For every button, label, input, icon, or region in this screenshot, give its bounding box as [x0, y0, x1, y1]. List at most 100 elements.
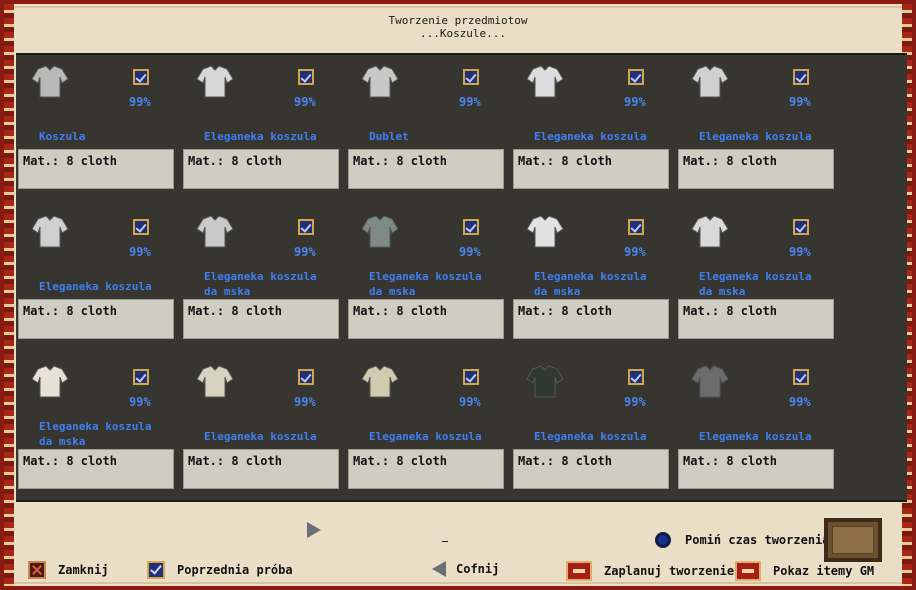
select-checkbox[interactable]: [793, 369, 809, 385]
item-name[interactable]: Eleganeka koszula: [39, 279, 169, 294]
success-chance: 99%: [129, 395, 151, 409]
success-chance: 99%: [129, 245, 151, 259]
select-checkbox[interactable]: [298, 219, 314, 235]
success-chance: 99%: [624, 245, 646, 259]
close-icon[interactable]: [28, 561, 46, 579]
shirt-icon[interactable]: [690, 363, 730, 401]
success-chance: 99%: [294, 245, 316, 259]
success-chance: 99%: [459, 95, 481, 109]
shirt-icon[interactable]: [30, 363, 70, 401]
shirt-icon[interactable]: [525, 63, 565, 101]
select-checkbox[interactable]: [298, 69, 314, 85]
craft-item-cell[interactable]: 99% Eleganeka koszula da mska Mat.: 8 clot…: [181, 205, 341, 340]
schedule-crafting-button[interactable]: Zaplanuj tworzenie: [566, 561, 734, 581]
shirt-icon[interactable]: [360, 213, 400, 251]
select-checkbox[interactable]: [133, 69, 149, 85]
item-name[interactable]: Koszula: [39, 129, 169, 144]
material-requirement: Mat.: 8 cloth: [18, 449, 174, 489]
skip-time-label: Pomiń czas tworzenia: [685, 533, 830, 547]
item-name[interactable]: Eleganeka koszula: [699, 429, 829, 444]
previous-attempt-button[interactable]: Poprzednia próba: [147, 561, 293, 579]
shirt-icon[interactable]: [360, 63, 400, 101]
select-checkbox[interactable]: [298, 369, 314, 385]
shirt-icon[interactable]: [30, 213, 70, 251]
material-requirement: Mat.: 8 cloth: [18, 149, 174, 189]
select-checkbox[interactable]: [463, 369, 479, 385]
radio-icon[interactable]: [655, 532, 671, 548]
select-checkbox[interactable]: [133, 369, 149, 385]
item-name[interactable]: Eleganeka koszula: [369, 429, 499, 444]
item-name[interactable]: Eleganeka koszula: [204, 129, 334, 144]
next-page-icon[interactable]: [307, 522, 321, 538]
craft-item-cell[interactable]: 99% Eleganeka koszula Mat.: 8 cloth: [181, 355, 341, 490]
item-name[interactable]: Dublet: [369, 129, 499, 144]
item-name[interactable]: Eleganeka koszula: [534, 129, 664, 144]
success-chance: 99%: [459, 245, 481, 259]
shirt-icon[interactable]: [30, 63, 70, 101]
shirt-icon[interactable]: [525, 363, 565, 401]
shirt-icon[interactable]: [360, 363, 400, 401]
shirt-icon[interactable]: [195, 213, 235, 251]
shirt-icon[interactable]: [690, 63, 730, 101]
material-requirement: Mat.: 8 cloth: [678, 149, 834, 189]
material-requirement: Mat.: 8 cloth: [18, 299, 174, 339]
success-chance: 99%: [789, 395, 811, 409]
gm-items-icon[interactable]: [735, 561, 761, 581]
material-requirement: Mat.: 8 cloth: [513, 449, 669, 489]
skip-time-toggle[interactable]: Pomiń czas tworzenia: [655, 532, 830, 548]
craft-item-cell[interactable]: 99% Koszula Mat.: 8 cloth: [16, 55, 176, 190]
craft-item-cell[interactable]: 99% Eleganeka koszula Mat.: 8 cloth: [16, 205, 176, 340]
item-name[interactable]: Eleganeka koszula da mska: [204, 269, 334, 299]
craft-item-cell[interactable]: 99% Eleganeka koszula da mska Mat.: 8 clot…: [346, 205, 506, 340]
checkbox-icon[interactable]: [147, 561, 165, 579]
craft-item-cell[interactable]: 99% Dublet Mat.: 8 cloth: [346, 55, 506, 190]
item-name[interactable]: Eleganeka koszula: [699, 129, 829, 144]
item-name[interactable]: Eleganeka koszula da mska: [369, 269, 499, 299]
show-gm-label: Pokaz itemy GM: [773, 564, 875, 578]
item-grid: 99% Koszula Mat.: 8 cloth 99% Eleganeka kosz…: [16, 53, 907, 502]
shirt-icon[interactable]: [690, 213, 730, 251]
craft-item-cell[interactable]: 99% Eleganeka koszula Mat.: 8 cloth: [181, 55, 341, 190]
craft-item-cell[interactable]: 99% Eleganeka koszula da mska Mat.: 8 clot…: [676, 205, 836, 340]
craft-item-cell[interactable]: 99% Eleganeka koszula Mat.: 8 cloth: [346, 355, 506, 490]
item-name[interactable]: Eleganeka koszula da mska: [534, 269, 664, 299]
craft-item-cell[interactable]: 99% Eleganeka koszula Mat.: 8 cloth: [676, 355, 836, 490]
craft-item-cell[interactable]: 99% Eleganeka koszula Mat.: 8 cloth: [511, 355, 671, 490]
shirt-icon[interactable]: [525, 213, 565, 251]
schedule-icon[interactable]: [566, 561, 592, 581]
select-checkbox[interactable]: [628, 219, 644, 235]
item-name[interactable]: Eleganeka koszula da mska: [699, 269, 829, 299]
previous-label: Poprzednia próba: [177, 563, 293, 577]
item-name[interactable]: Eleganeka koszula: [534, 429, 664, 444]
back-arrow-icon[interactable]: [432, 561, 446, 577]
select-checkbox[interactable]: [793, 69, 809, 85]
success-chance: 99%: [294, 95, 316, 109]
material-requirement: Mat.: 8 cloth: [183, 149, 339, 189]
shirt-icon[interactable]: [195, 363, 235, 401]
success-chance: 99%: [789, 95, 811, 109]
item-name[interactable]: Eleganeka koszula: [204, 429, 334, 444]
select-checkbox[interactable]: [628, 69, 644, 85]
crafting-window: Tworzenie przedmiotow ...Koszule... 99% K…: [0, 0, 916, 590]
shirt-icon[interactable]: [195, 63, 235, 101]
window-header: Tworzenie przedmiotow ...Koszule...: [18, 8, 898, 54]
material-requirement: Mat.: 8 cloth: [678, 299, 834, 339]
close-button[interactable]: Zamknij: [28, 561, 109, 579]
success-chance: 99%: [129, 95, 151, 109]
show-gm-items-button[interactable]: Pokaz itemy GM: [735, 561, 874, 581]
craft-item-cell[interactable]: 99% Eleganeka koszula Mat.: 8 cloth: [676, 55, 836, 190]
item-preview-frame: [824, 518, 882, 562]
craft-item-cell[interactable]: 99% Eleganeka koszula da mska Mat.: 8 clot…: [511, 205, 671, 340]
back-button[interactable]: Cofnij: [432, 561, 499, 577]
select-checkbox[interactable]: [463, 69, 479, 85]
craft-item-cell[interactable]: 99% Eleganeka koszula da mska Mat.: 8 clot…: [16, 355, 176, 490]
material-requirement: Mat.: 8 cloth: [183, 449, 339, 489]
select-checkbox[interactable]: [628, 369, 644, 385]
select-checkbox[interactable]: [793, 219, 809, 235]
craft-item-cell[interactable]: 99% Eleganeka koszula Mat.: 8 cloth: [511, 55, 671, 190]
item-name[interactable]: Eleganeka koszula da mska: [39, 419, 169, 449]
select-checkbox[interactable]: [463, 219, 479, 235]
select-checkbox[interactable]: [133, 219, 149, 235]
back-label: Cofnij: [456, 562, 500, 576]
material-requirement: Mat.: 8 cloth: [348, 149, 504, 189]
